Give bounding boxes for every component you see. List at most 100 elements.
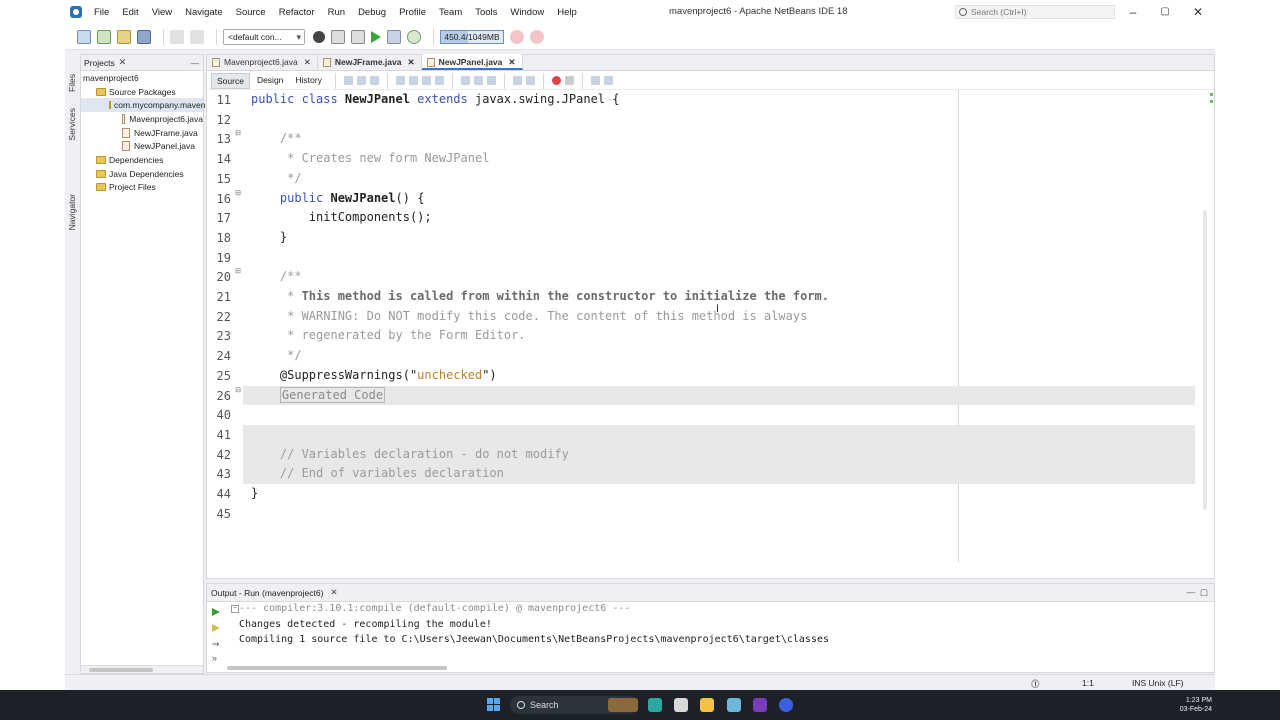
view-tab-design[interactable]: Design xyxy=(252,73,288,89)
more-icon[interactable]: » xyxy=(212,653,221,663)
close-icon[interactable]: ✕ xyxy=(119,57,127,68)
set-main-project-icon[interactable] xyxy=(313,30,325,43)
search-input[interactable]: Search (Ctrl+I) xyxy=(955,5,1115,19)
clean-build-icon[interactable] xyxy=(351,29,365,44)
tree-item[interactable]: com.mycompany.mavenproject6 xyxy=(81,98,236,113)
uncomment-icon[interactable] xyxy=(603,76,613,85)
projects-scrollbar[interactable] xyxy=(81,665,203,673)
start-button[interactable] xyxy=(487,698,501,712)
fold-toggle-icon[interactable]: ⊟ xyxy=(234,387,242,396)
start-macro-icon[interactable] xyxy=(551,76,561,85)
menu-view[interactable]: View xyxy=(152,7,172,18)
close-tab-icon[interactable]: ✕ xyxy=(407,57,414,68)
close-button[interactable]: ✕ xyxy=(1183,3,1213,21)
comment-icon[interactable] xyxy=(590,76,600,85)
shift-left-icon[interactable] xyxy=(512,76,522,85)
menu-help[interactable]: Help xyxy=(557,7,577,18)
menu-run[interactable]: Run xyxy=(328,7,345,18)
find-next-icon[interactable] xyxy=(421,76,431,85)
previous-bookmark-icon[interactable] xyxy=(460,76,470,85)
editor-tab[interactable]: NewJPanel.java ✕ xyxy=(421,54,523,70)
memory-indicator[interactable]: 450.4/1049MB xyxy=(440,29,504,44)
editor-tab[interactable]: NewJFrame.java ✕ xyxy=(318,54,422,70)
netbeans-taskbar-icon[interactable] xyxy=(727,698,741,712)
fold-toggle-icon[interactable]: ⊟ xyxy=(234,130,242,139)
last-edit-icon[interactable] xyxy=(343,76,353,85)
scrollbar-track[interactable] xyxy=(1203,210,1207,510)
run-icon[interactable] xyxy=(371,30,381,43)
rerun-icon[interactable] xyxy=(212,608,220,616)
projects-tab[interactable]: Projects xyxy=(84,58,115,68)
task-view-icon[interactable] xyxy=(674,698,688,712)
menu-edit[interactable]: Edit xyxy=(122,7,138,18)
new-project-icon[interactable] xyxy=(97,29,111,44)
close-icon[interactable]: ✕ xyxy=(330,587,337,598)
garbage-collect-icon[interactable] xyxy=(510,29,524,44)
back-icon[interactable] xyxy=(356,76,366,85)
rerun-with-options-icon[interactable] xyxy=(212,624,220,632)
tree-item[interactable]: NewJFrame.java xyxy=(81,126,203,140)
tree-item[interactable]: NewJPanel.java xyxy=(81,139,203,153)
menu-team[interactable]: Team xyxy=(439,7,462,18)
gc-icon[interactable] xyxy=(530,29,544,44)
system-clock[interactable]: 1:23 PM 03-Feb-24 xyxy=(1180,696,1212,714)
scrollbar-thumb[interactable] xyxy=(227,666,447,670)
profile-icon[interactable] xyxy=(407,29,421,44)
shift-right-icon[interactable] xyxy=(525,76,535,85)
menu-refactor[interactable]: Refactor xyxy=(279,7,315,18)
widget-icon[interactable] xyxy=(608,698,638,712)
onenote-icon[interactable] xyxy=(753,698,767,712)
fold-toggle-icon[interactable]: ⊟ xyxy=(234,190,242,199)
stop-icon[interactable]: ⇒ xyxy=(212,639,221,649)
fold-toggle-icon[interactable]: ⊟ xyxy=(234,268,242,277)
notifications-icon[interactable]: ⓵ xyxy=(1031,678,1040,690)
menu-profile[interactable]: Profile xyxy=(399,7,426,18)
minimize-panel-icon[interactable]: — xyxy=(191,58,200,68)
menu-debug[interactable]: Debug xyxy=(358,7,386,18)
app-icon[interactable] xyxy=(779,698,793,712)
output-fold-icon[interactable]: − xyxy=(231,605,239,613)
tree-item[interactable]: Project Files xyxy=(81,181,203,195)
services-window-tab[interactable]: Services xyxy=(67,108,77,141)
navigator-window-tab[interactable]: Navigator xyxy=(67,194,77,230)
next-bookmark-icon[interactable] xyxy=(473,76,483,85)
panel-controls-icon[interactable]: — ▢ xyxy=(1187,587,1208,598)
tree-item[interactable]: Mavenproject6.java xyxy=(81,112,203,126)
menu-tools[interactable]: Tools xyxy=(475,7,497,18)
tree-item[interactable]: Dependencies xyxy=(81,153,203,167)
output-scrollbar[interactable] xyxy=(227,664,1212,672)
editor-tab[interactable]: Mavenproject6.java ✕ xyxy=(207,54,318,70)
undo-icon[interactable] xyxy=(170,29,184,44)
scrollbar-thumb[interactable] xyxy=(89,668,153,672)
file-explorer-icon[interactable] xyxy=(700,698,714,712)
build-hammer-icon[interactable] xyxy=(331,29,345,44)
menu-source[interactable]: Source xyxy=(236,7,266,18)
editor-scrollbar[interactable] xyxy=(1195,90,1214,578)
new-file-icon[interactable] xyxy=(77,29,91,44)
code-editor[interactable]: I public class NewJPanel extends javax.s… xyxy=(243,90,1195,578)
menu-file[interactable]: File xyxy=(94,7,109,18)
view-tab-history[interactable]: History xyxy=(290,73,326,89)
forward-icon[interactable] xyxy=(369,76,379,85)
tree-item[interactable]: Java Dependencies xyxy=(81,167,203,181)
toggle-highlight-icon[interactable] xyxy=(434,76,444,85)
stop-macro-icon[interactable] xyxy=(564,76,574,85)
menu-window[interactable]: Window xyxy=(510,7,544,18)
save-all-icon[interactable] xyxy=(137,29,151,44)
view-tab-source[interactable]: Source xyxy=(211,72,250,89)
files-window-tab[interactable]: Files xyxy=(67,74,77,92)
find-previous-icon[interactable] xyxy=(408,76,418,85)
maximize-button[interactable]: ▢ xyxy=(1150,3,1180,21)
menu-navigate[interactable]: Navigate xyxy=(185,7,223,18)
close-tab-icon[interactable]: ✕ xyxy=(508,57,515,68)
toggle-bookmark-icon[interactable] xyxy=(486,76,496,85)
copilot-icon[interactable] xyxy=(648,698,662,712)
generated-code-fold[interactable]: Generated Code xyxy=(279,386,386,403)
open-project-icon[interactable] xyxy=(117,29,131,44)
tree-item[interactable]: mavenproject6 xyxy=(81,71,203,85)
debug-icon[interactable] xyxy=(387,29,401,44)
tree-item[interactable]: Source Packages xyxy=(81,85,203,99)
minimize-button[interactable]: – xyxy=(1118,3,1148,21)
close-tab-icon[interactable]: ✕ xyxy=(304,57,311,68)
configuration-select[interactable]: <default con... xyxy=(223,28,305,45)
